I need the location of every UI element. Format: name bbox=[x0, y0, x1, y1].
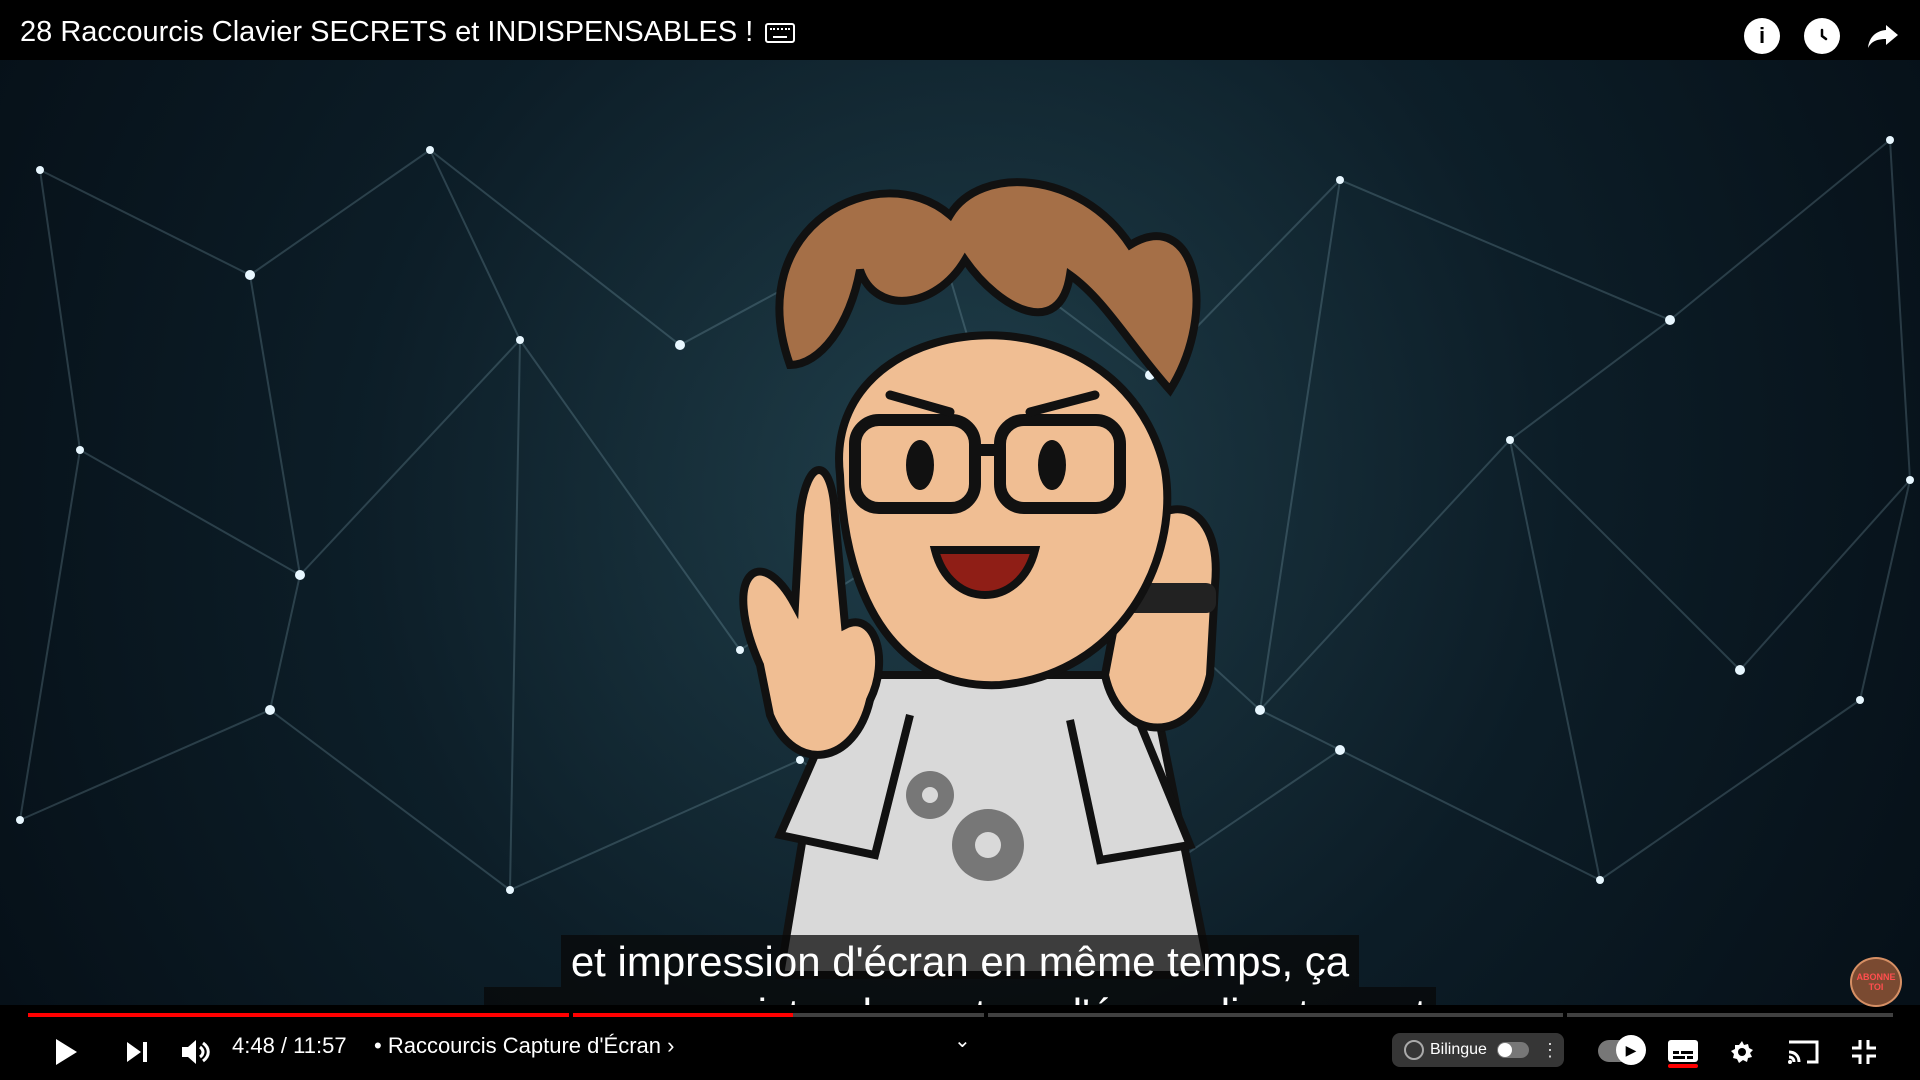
subtitles-active-indicator bbox=[1668, 1064, 1698, 1068]
autoplay-toggle[interactable]: ▶ bbox=[1598, 1035, 1646, 1065]
progress-played bbox=[28, 1013, 793, 1017]
video-title-text[interactable]: 28 Raccourcis Clavier SECRETS et INDISPE… bbox=[20, 16, 753, 49]
clock-icon bbox=[1820, 28, 1828, 41]
share-icon[interactable] bbox=[1864, 18, 1902, 54]
video-title[interactable]: 28 Raccourcis Clavier SECRETS et INDISPE… bbox=[20, 16, 796, 49]
language-icon bbox=[1404, 1040, 1424, 1060]
autoplay-play-icon: ▶ bbox=[1616, 1035, 1646, 1065]
time-display: 4:48 / 11:57 bbox=[232, 1033, 347, 1058]
chapter-marker bbox=[569, 1011, 573, 1019]
more-options-icon[interactable]: ⋮ bbox=[1541, 1040, 1559, 1061]
chapter-marker bbox=[1563, 1011, 1567, 1019]
cartoon-character-illustration bbox=[739, 178, 1220, 979]
subscribe-watermark[interactable]: ABONNE TOI bbox=[1850, 957, 1902, 1007]
volume-icon[interactable] bbox=[178, 1036, 212, 1068]
keyboard-icon bbox=[765, 22, 796, 43]
subscribe-watermark-text: ABONNE TOI bbox=[1856, 972, 1896, 992]
top-actions: i bbox=[1744, 18, 1902, 54]
play-icon[interactable] bbox=[48, 1036, 84, 1068]
bilingual-toggle[interactable] bbox=[1496, 1042, 1529, 1058]
exit-fullscreen-icon[interactable] bbox=[1848, 1036, 1880, 1068]
settings-icon[interactable] bbox=[1726, 1036, 1758, 1068]
bilingual-label: Bilingue bbox=[1430, 1041, 1487, 1058]
chapter-title[interactable]: • Raccourcis Capture d'Écran › bbox=[374, 1033, 674, 1059]
bilingual-subtitles-control[interactable]: Bilingue ⋮ bbox=[1392, 1033, 1564, 1067]
chapter-marker bbox=[984, 1011, 988, 1019]
cast-icon[interactable] bbox=[1785, 1036, 1821, 1068]
video-frame[interactable]: et impression d'écran en même temps, ça … bbox=[0, 60, 1920, 1005]
video-title-bar: 28 Raccourcis Clavier SECRETS et INDISPE… bbox=[0, 0, 1920, 60]
video-progress-bar[interactable] bbox=[28, 1011, 1893, 1019]
chevron-down-icon[interactable]: ⌄ bbox=[954, 1028, 971, 1053]
watch-later-icon[interactable] bbox=[1804, 18, 1840, 54]
info-icon[interactable]: i bbox=[1744, 18, 1780, 54]
share-arrow-icon bbox=[1868, 25, 1898, 48]
next-icon[interactable] bbox=[120, 1036, 154, 1068]
